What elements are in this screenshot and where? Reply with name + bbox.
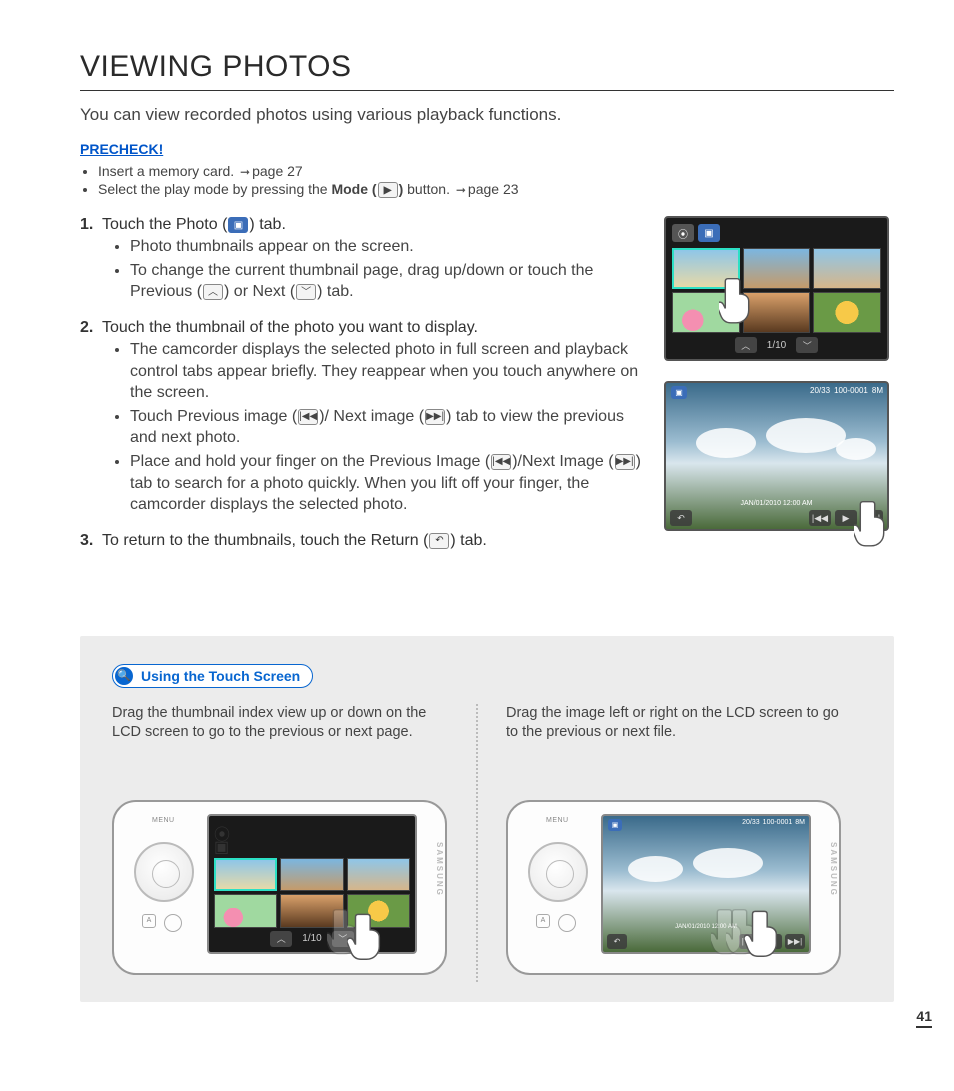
page-indicator: 1/10 — [302, 933, 321, 944]
step-1: Touch the Photo (▣) tab. Photo thumbnail… — [80, 216, 646, 303]
figure-thumbnail-screen: ⦿ ▣ ︿ 1/10 ﹀ — [664, 216, 894, 361]
a-button-icon: A — [142, 914, 156, 928]
steps: Touch the Photo (▣) tab. Photo thumbnail… — [80, 216, 646, 566]
text: ) tab. — [249, 216, 285, 233]
video-tab-icon: ⦿ — [214, 821, 234, 837]
text: button. — [403, 181, 454, 197]
round-button-icon — [558, 914, 576, 932]
intro-text: You can view recorded photos using vario… — [80, 105, 894, 125]
joystick-icon — [134, 842, 194, 902]
precheck-item: Insert a memory card. page 27 — [98, 163, 894, 179]
step-3: To return to the thumbnails, touch the R… — [80, 532, 646, 550]
text: Insert a memory card. — [98, 163, 238, 179]
text: )/Next Image ( — [512, 453, 613, 470]
text: Select the play mode by pressing the — [98, 181, 331, 197]
menu-label: MENU — [152, 817, 175, 824]
mode-play-icon: ▶ — [378, 182, 398, 198]
tip-column-left: Drag the thumbnail index view up or down… — [112, 704, 476, 982]
page-up-button: ︿ — [270, 931, 292, 947]
text: Place and hold your finger on the Previo… — [130, 453, 490, 470]
text: page 27 — [252, 163, 303, 179]
photo-indicator-icon: ▣ — [608, 819, 622, 831]
hand-pointer-icon — [744, 904, 794, 959]
page-up-button: ︿ — [735, 337, 757, 353]
magnifier-icon: 🔍 — [115, 667, 133, 685]
text: Touch the thumbnail of the photo you wan… — [102, 319, 478, 336]
photo-tab-icon: ▣ — [698, 224, 720, 242]
text: ) or Next ( — [224, 283, 295, 300]
step-bullet: The camcorder displays the selected phot… — [130, 339, 646, 404]
next-icon: ﹀ — [296, 284, 316, 300]
hand-pointer-icon — [347, 907, 397, 962]
tip-text: Drag the thumbnail index view up or down… — [112, 704, 452, 764]
precheck-heading: PRECHECK! — [80, 141, 894, 157]
text: Touch Previous image ( — [130, 408, 297, 425]
precheck-list: Insert a memory card. page 27 Select the… — [98, 163, 894, 198]
arrow-icon — [238, 163, 252, 179]
next-image-icon: ▶▶| — [615, 454, 635, 470]
text: To change the current thumbnail page, dr… — [130, 262, 593, 301]
resolution-badge: 8M — [872, 386, 883, 399]
text: )/ Next image ( — [319, 408, 424, 425]
precheck-item: Select the play mode by pressing the Mod… — [98, 181, 894, 198]
thumbnail-grid — [672, 248, 881, 333]
text: Mode ( — [331, 181, 376, 197]
photo-indicator-icon: ▣ — [671, 386, 687, 399]
thumbnail — [813, 292, 881, 333]
a-button-icon: A — [536, 914, 550, 928]
text: page 23 — [468, 181, 519, 197]
figure-fullscreen-photo: ▣ 20/33 100-0001 8M JAN/01/2010 12:00 AM… — [664, 381, 894, 531]
text: ) tab. — [450, 532, 486, 549]
device-illustration: MENU A SAMSUNG ▣ 20/33 100-0001 8M — [506, 782, 846, 982]
resolution-badge: 8M — [795, 819, 805, 831]
text: To return to the thumbnails, touch the R… — [102, 532, 428, 549]
hand-pointer-icon — [719, 271, 764, 326]
prev-image-icon: |◀◀ — [298, 409, 318, 425]
tip-panel: 🔍 Using the Touch Screen Drag the thumbn… — [80, 636, 894, 1002]
device-illustration: MENU A SAMSUNG ⦿ ▣ — [112, 782, 452, 982]
brand-label: SAMSUNG — [829, 842, 838, 897]
step-bullet: Photo thumbnails appear on the screen. — [130, 236, 646, 258]
return-button: ↶ — [607, 934, 627, 949]
tip-column-right: Drag the image left or right on the LCD … — [476, 704, 870, 982]
photo-counter: 20/33 — [810, 386, 830, 399]
photo-counter: 20/33 — [742, 819, 760, 831]
joystick-icon — [528, 842, 588, 902]
menu-label: MENU — [546, 817, 569, 824]
tip-badge: 🔍 Using the Touch Screen — [112, 664, 313, 688]
page-number: 41 — [916, 1008, 932, 1028]
photo-tab-icon: ▣ — [228, 217, 248, 233]
next-image-icon: ▶▶| — [425, 409, 445, 425]
prev-image-icon: |◀◀ — [491, 454, 511, 470]
arrow-icon — [454, 181, 468, 197]
return-icon: ↶ — [429, 533, 449, 549]
page-indicator: 1/10 — [767, 340, 786, 351]
tip-text: Drag the image left or right on the LCD … — [506, 704, 846, 764]
thumbnail — [280, 858, 343, 892]
round-button-icon — [164, 914, 182, 932]
page-title: VIEWING PHOTOS — [80, 50, 894, 91]
step-bullet: Place and hold your finger on the Previo… — [130, 451, 646, 516]
text: ) tab. — [317, 283, 353, 300]
brand-label: SAMSUNG — [435, 842, 444, 897]
video-tab-icon: ⦿ — [672, 224, 694, 242]
prev-icon: ︿ — [203, 284, 223, 300]
thumbnail — [214, 894, 277, 928]
thumbnail — [813, 248, 881, 289]
photo-tab-icon: ▣ — [214, 837, 234, 853]
text: Touch the Photo ( — [102, 216, 227, 233]
return-button: ↶ — [670, 510, 692, 526]
step-bullet: Touch Previous image (|◀◀)/ Next image (… — [130, 406, 646, 449]
hand-pointer-icon — [854, 494, 899, 549]
file-number: 100-0001 — [763, 819, 793, 831]
thumbnail — [347, 858, 410, 892]
page-down-button: ﹀ — [796, 337, 818, 353]
step-bullet: To change the current thumbnail page, dr… — [130, 260, 646, 303]
tip-badge-label: Using the Touch Screen — [141, 668, 300, 684]
prev-image-button: |◀◀ — [809, 510, 831, 526]
file-number: 100-0001 — [834, 386, 868, 399]
thumbnail — [214, 858, 277, 892]
step-2: Touch the thumbnail of the photo you wan… — [80, 319, 646, 516]
